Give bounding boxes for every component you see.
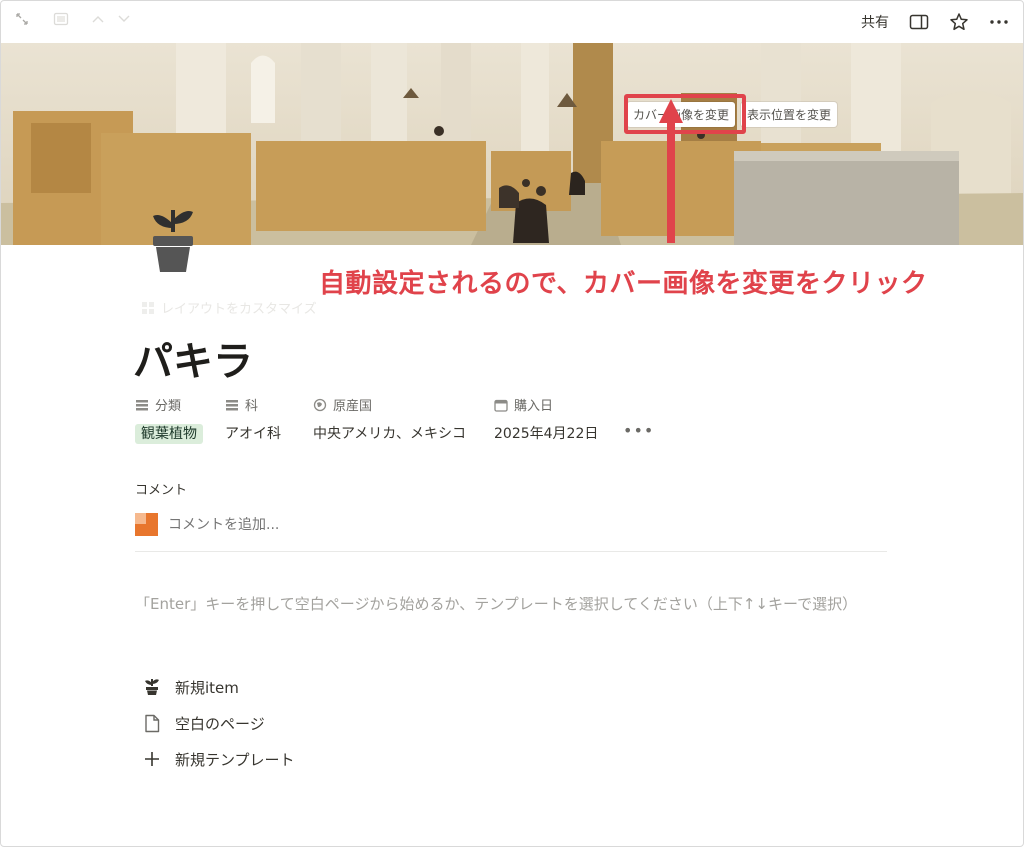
property-header-classification[interactable]: 分類 — [135, 395, 181, 414]
template-label: 新規テンプレート — [175, 750, 295, 769]
divider — [135, 551, 887, 552]
expand-icon[interactable] — [15, 12, 35, 32]
plant-pot-icon — [141, 676, 163, 698]
chevron-down-icon[interactable] — [117, 12, 137, 32]
topbar-left-controls — [15, 12, 137, 32]
annotation-arrow-icon — [659, 99, 683, 243]
calendar-icon — [494, 399, 508, 412]
property-value-family[interactable]: アオイ科 — [225, 423, 281, 443]
property-label: 科 — [245, 399, 259, 414]
plant-pot-icon[interactable] — [147, 206, 199, 274]
template-label: 新規item — [175, 678, 239, 697]
property-header-family[interactable]: 科 — [225, 395, 258, 414]
list-icon — [226, 399, 238, 410]
chevron-up-icon[interactable] — [91, 12, 111, 32]
template-new-template[interactable]: 新規テンプレート — [141, 741, 295, 777]
comments-heading: コメント — [135, 483, 188, 498]
plus-icon — [141, 748, 163, 770]
notion-page-window: 共有 カバー画像を変更 表示位置を変更 自動設定されるので、カバー画像を変更をク… — [0, 0, 1024, 847]
property-label: 購入日 — [514, 399, 554, 414]
list-icon — [136, 399, 148, 410]
classification-tag: 観葉植物 — [135, 424, 203, 444]
property-value-purchase-date[interactable]: 2025年4月22日 — [494, 423, 598, 443]
reposition-cover-button[interactable]: 表示位置を変更 — [741, 102, 838, 127]
template-new-item[interactable]: 新規item — [141, 669, 295, 705]
property-header-origin[interactable]: 原産国 — [313, 395, 372, 414]
template-hint-text: 「Enter」キーを押して空白ページから始めるか、テンプレートを選択してください… — [135, 595, 858, 613]
customize-layout-label: レイアウトをカスタマイズ — [161, 302, 317, 317]
property-value-origin[interactable]: 中央アメリカ、メキシコ — [313, 423, 466, 443]
top-bar: 共有 — [1, 1, 1023, 43]
grid-icon — [142, 301, 154, 314]
star-icon[interactable] — [949, 12, 969, 32]
page-title[interactable]: パキラ — [133, 329, 253, 387]
more-options-icon[interactable] — [989, 12, 1009, 32]
open-as-page-icon[interactable] — [53, 12, 73, 32]
avatar — [135, 513, 158, 536]
template-blank-page[interactable]: 空白のページ — [141, 705, 295, 741]
share-button[interactable]: 共有 — [861, 12, 889, 32]
property-value-classification[interactable]: 観葉植物 — [135, 423, 203, 444]
comment-composer — [135, 513, 468, 536]
more-properties-icon[interactable]: ••• — [623, 421, 654, 440]
annotation-text: 自動設定されるので、カバー画像を変更をクリック — [319, 269, 928, 299]
side-peek-icon[interactable] — [909, 12, 929, 32]
template-label: 空白のページ — [175, 714, 265, 733]
property-header-purchase-date[interactable]: 購入日 — [494, 395, 553, 414]
comment-input[interactable] — [168, 516, 468, 533]
property-label: 原産国 — [333, 399, 373, 414]
template-list: 新規item 空白のページ 新規テンプレート — [141, 669, 295, 777]
location-icon — [313, 398, 327, 411]
property-label: 分類 — [155, 399, 182, 414]
topbar-right-controls: 共有 — [861, 12, 1009, 32]
customize-layout-button[interactable]: レイアウトをカスタマイズ — [141, 298, 317, 317]
page-icon — [141, 712, 163, 734]
